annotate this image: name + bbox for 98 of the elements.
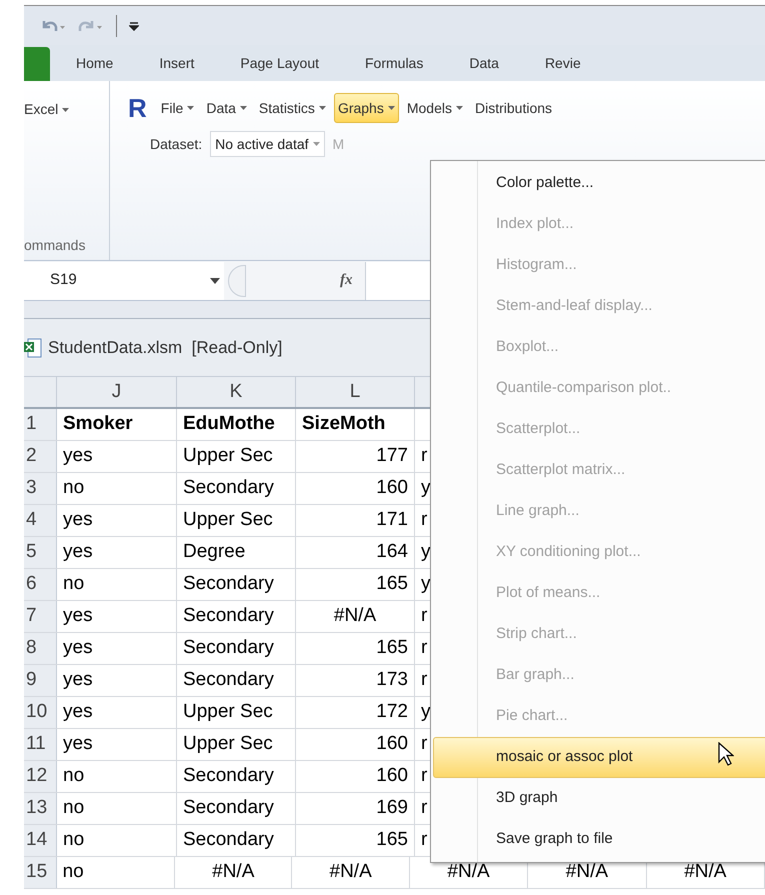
dropdown-icon[interactable]	[210, 278, 220, 284]
ribbon-tab[interactable]: Data	[451, 45, 517, 81]
workbook-icon	[24, 338, 42, 358]
row-header[interactable]: 13	[24, 793, 57, 824]
table-cell: yes	[57, 537, 177, 568]
row-header[interactable]: 1	[24, 409, 57, 440]
table-cell: SizeMoth	[296, 409, 415, 440]
column-header[interactable]: J	[57, 377, 177, 407]
row-header[interactable]: 12	[24, 761, 57, 792]
row-header[interactable]: 8	[24, 633, 57, 664]
table-cell: yes	[57, 633, 177, 664]
row-header[interactable]: 2	[24, 441, 57, 472]
ribbon-tab[interactable]: Revie	[526, 45, 599, 81]
menu-button[interactable]: Distributions	[471, 93, 556, 123]
table-cell: yes	[57, 505, 177, 536]
table-cell: #N/A	[175, 857, 292, 888]
row-header[interactable]: 6	[24, 569, 57, 600]
caret-icon	[318, 106, 326, 110]
table-cell: 177	[296, 441, 415, 472]
table-cell: Secondary	[177, 825, 296, 856]
menu-button[interactable]: Graphs	[334, 93, 399, 123]
menu-button[interactable]: Data	[202, 93, 251, 123]
menu-button[interactable]: Statistics	[254, 93, 330, 123]
table-cell: Secondary	[177, 633, 296, 664]
mouse-pointer-icon	[718, 742, 734, 766]
table-cell: 165	[296, 569, 415, 600]
table-cell: Secondary	[177, 793, 296, 824]
table-cell: 160	[296, 473, 415, 504]
table-cell: Secondary	[177, 665, 296, 696]
caret-icon	[312, 142, 320, 146]
table-cell: Upper Sec	[177, 441, 296, 472]
table-cell: 171	[296, 505, 415, 536]
row-header[interactable]: 7	[24, 601, 57, 632]
table-cell: 165	[296, 633, 415, 664]
table-cell: EduMothe	[177, 409, 296, 440]
table-cell: 173	[296, 665, 415, 696]
name-box[interactable]: S19	[24, 262, 224, 300]
table-cell: 165	[296, 825, 415, 856]
row-header[interactable]: 11	[24, 729, 57, 760]
caret-icon	[187, 106, 194, 110]
table-cell: 160	[296, 729, 415, 760]
menu-button[interactable]: File	[156, 93, 198, 123]
table-cell: 164	[296, 537, 415, 568]
dataset-dropdown[interactable]: No active dataf	[210, 131, 325, 157]
table-cell: yes	[57, 729, 177, 760]
caret-icon	[62, 108, 70, 112]
column-header[interactable]: L	[296, 377, 415, 407]
table-cell: no	[56, 857, 176, 888]
table-cell: Secondary	[177, 601, 296, 632]
row-header[interactable]: 15	[24, 857, 57, 888]
table-cell: 172	[296, 697, 415, 728]
table-cell: Upper Sec	[177, 697, 296, 728]
table-cell: Smoker	[57, 409, 177, 440]
row-header[interactable]: 5	[24, 537, 57, 568]
table-cell: no	[57, 825, 177, 856]
row-header[interactable]: 14	[24, 825, 57, 856]
ribbon-tab[interactable]: Page Layout	[222, 45, 337, 81]
menu-button[interactable]: Models	[402, 93, 467, 123]
ribbon-tab[interactable]: Home	[58, 45, 132, 81]
table-cell: yes	[57, 441, 177, 472]
table-cell: Secondary	[177, 473, 296, 504]
row-header[interactable]: 4	[24, 505, 57, 536]
table-cell: no	[57, 761, 177, 792]
caret-icon	[456, 106, 463, 110]
table-cell: yes	[57, 665, 177, 696]
group-label: ommands	[24, 236, 86, 255]
table-cell: #N/A	[292, 857, 410, 888]
table-cell: 169	[296, 793, 415, 824]
customize-toolbar-icon[interactable]	[129, 20, 139, 30]
menu-item[interactable]: mosaic or assoc plot	[433, 737, 765, 778]
table-cell: 160	[296, 761, 415, 792]
table-cell: Secondary	[177, 761, 296, 792]
caret-icon	[388, 106, 395, 110]
table-cell: no	[57, 793, 177, 824]
table-cell: no	[57, 473, 177, 504]
column-header[interactable]: K	[177, 377, 296, 407]
table-cell: yes	[57, 697, 177, 728]
caret-icon	[240, 106, 247, 110]
table-cell: Upper Sec	[177, 729, 296, 760]
dataset-label: Dataset:	[150, 134, 202, 154]
model-label: M	[332, 134, 344, 154]
r-logo: R	[128, 95, 147, 121]
workbook-title: StudentData.xlsm [Read-Only]	[48, 336, 282, 359]
formula-bar-divider-handle[interactable]	[228, 264, 246, 296]
table-cell: yes	[57, 601, 177, 632]
table-cell: Upper Sec	[177, 505, 296, 536]
table-cell: no	[57, 569, 177, 600]
ribbon-tab[interactable]: Insert	[141, 45, 212, 81]
row-header[interactable]: 3	[24, 473, 57, 504]
function-icon[interactable]: fx	[340, 269, 352, 292]
table-cell: #N/A	[296, 601, 415, 632]
table-cell: Degree	[177, 537, 296, 568]
ribbon-tab[interactable]: Formulas	[347, 45, 442, 81]
excel-menu-button[interactable]: Excel	[24, 99, 70, 120]
row-header[interactable]: 9	[24, 665, 57, 696]
row-header[interactable]: 10	[24, 697, 57, 728]
menu-item[interactable]: Color palette...	[433, 163, 765, 204]
table-cell: Secondary	[177, 569, 296, 600]
